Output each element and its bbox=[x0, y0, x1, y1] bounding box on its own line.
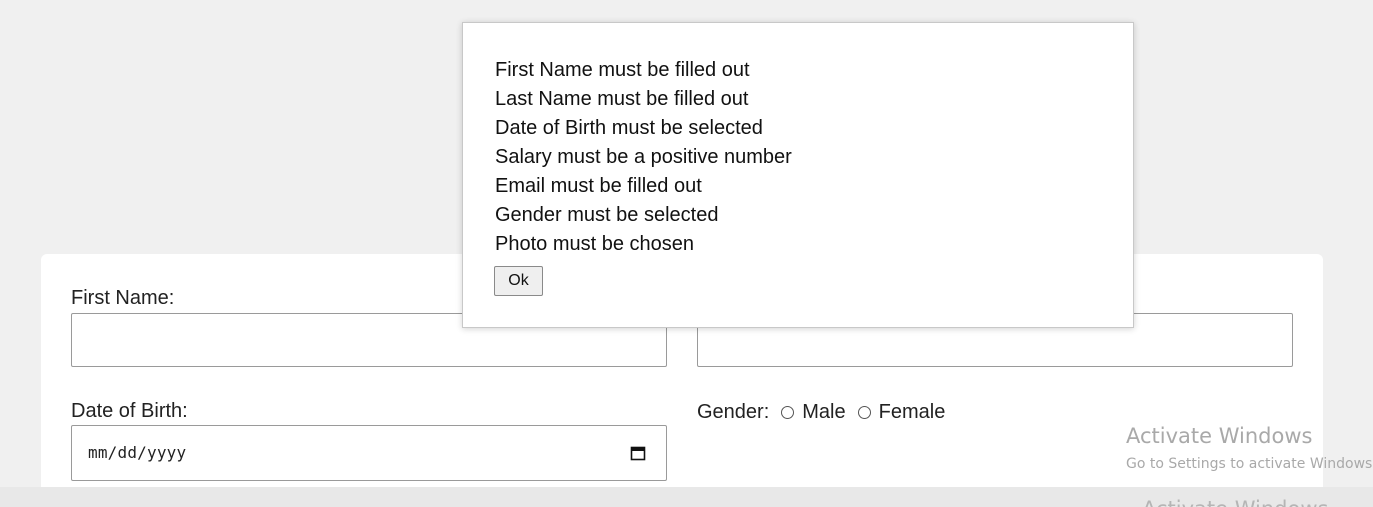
calendar-icon[interactable] bbox=[630, 445, 646, 461]
gender-radio-male[interactable] bbox=[781, 405, 795, 419]
alert-message-list: First Name must be filled out Last Name … bbox=[495, 56, 792, 259]
gender-option-male[interactable]: Male bbox=[802, 401, 845, 424]
activate-windows-title: Activate Windows bbox=[1126, 424, 1313, 448]
alert-message: First Name must be filled out bbox=[495, 59, 750, 81]
alert-message: Photo must be chosen bbox=[495, 233, 695, 255]
alert-message: Last Name must be filled out bbox=[495, 88, 749, 110]
alert-message: Email must be filled out bbox=[495, 175, 702, 197]
page: First Name: Date of Birth: mm/dd/yyyy Ge… bbox=[0, 0, 1373, 507]
gender-row: Gender: Male Female bbox=[697, 399, 945, 425]
validation-alert-dialog: First Name must be filled out Last Name … bbox=[462, 22, 1134, 328]
alert-message: Salary must be a positive number bbox=[495, 146, 792, 168]
dob-label: Date of Birth: bbox=[71, 400, 188, 422]
first-name-label: First Name: bbox=[71, 287, 175, 309]
gender-radio-female[interactable] bbox=[857, 405, 871, 419]
dob-placeholder: mm/dd/yyyy bbox=[88, 443, 187, 462]
ok-button[interactable]: Ok bbox=[494, 266, 543, 296]
gender-label: Gender: bbox=[697, 400, 770, 423]
gender-option-female[interactable]: Female bbox=[879, 401, 946, 424]
alert-message: Gender must be selected bbox=[495, 204, 719, 226]
activate-windows-subtitle: Go to Settings to activate Windows. bbox=[1126, 456, 1373, 472]
alert-message: Date of Birth must be selected bbox=[495, 117, 763, 139]
activate-windows-ghost-text: Activate Windows bbox=[1142, 497, 1328, 507]
dob-date-input[interactable]: mm/dd/yyyy bbox=[71, 425, 667, 481]
